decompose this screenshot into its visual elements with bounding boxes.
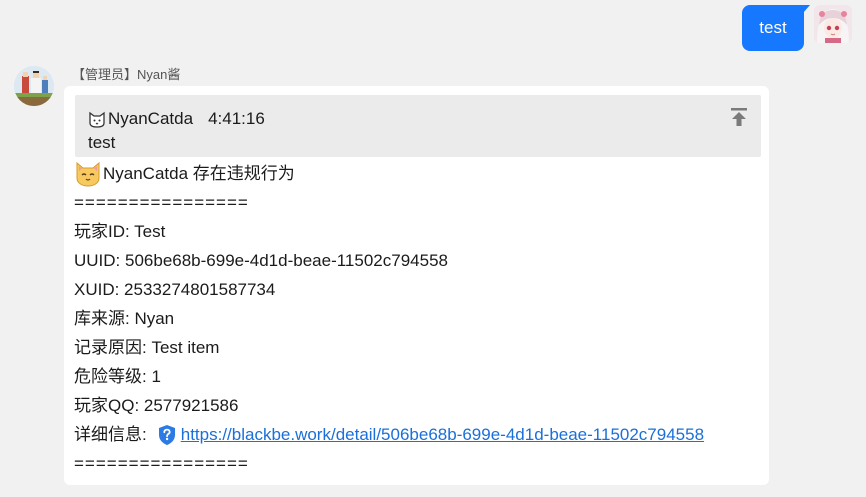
- detail-line: 详细信息: https://blackbe.work/detail/506be6…: [74, 420, 704, 449]
- detail-link[interactable]: https://blackbe.work/detail/506be68b-699…: [181, 420, 704, 449]
- message-body: NyanCatda 存在违规行为 ================ 玩家ID: …: [74, 158, 704, 478]
- quoted-reply[interactable]: NyanCatda 4:41:16 test: [75, 95, 761, 157]
- sender-name: 【管理员】Nyan酱: [72, 67, 181, 82]
- pixel-character-avatar-icon: [14, 66, 54, 106]
- anime-girl-avatar-icon: [814, 5, 852, 43]
- outgoing-message-text: test: [759, 18, 787, 37]
- blue-shield-question-icon: [158, 424, 175, 445]
- jump-to-original-button[interactable]: [729, 107, 749, 127]
- cat-face-icon: [89, 111, 105, 128]
- my-avatar[interactable]: [814, 5, 852, 43]
- outgoing-message-bubble[interactable]: test: [742, 5, 810, 51]
- incoming-message-card[interactable]: NyanCatda 4:41:16 test NyanCatda 存在违规行为 …: [64, 86, 769, 485]
- field-player-qq: 玩家QQ: 2577921586: [74, 396, 239, 415]
- quote-text: test: [88, 133, 116, 152]
- field-library-source: 库来源: Nyan: [74, 309, 175, 328]
- violation-title-line: NyanCatda 存在违规行为: [74, 158, 704, 188]
- arrow-up-to-top-icon: [731, 108, 747, 126]
- cat-face-icon: [76, 161, 100, 187]
- separator-line: ================: [74, 193, 249, 212]
- quote-time: 4:41:16: [208, 109, 265, 128]
- field-record-reason: 记录原因: Test item: [74, 338, 220, 357]
- field-xuid: XUID: 2533274801587734: [74, 280, 276, 299]
- field-player-id: 玩家ID: Test: [74, 222, 166, 241]
- separator-line-end: ================: [74, 454, 249, 473]
- detail-label: 详细信息:: [74, 425, 147, 444]
- field-danger-level: 危险等级: 1: [74, 367, 161, 386]
- quote-header: NyanCatda 4:41:16: [88, 109, 265, 129]
- bot-avatar[interactable]: [14, 66, 54, 106]
- violation-title: NyanCatda 存在违规行为: [103, 163, 295, 183]
- quote-author: NyanCatda: [108, 109, 194, 128]
- field-uuid: UUID: 506be68b-699e-4d1d-beae-11502c7945…: [74, 251, 448, 270]
